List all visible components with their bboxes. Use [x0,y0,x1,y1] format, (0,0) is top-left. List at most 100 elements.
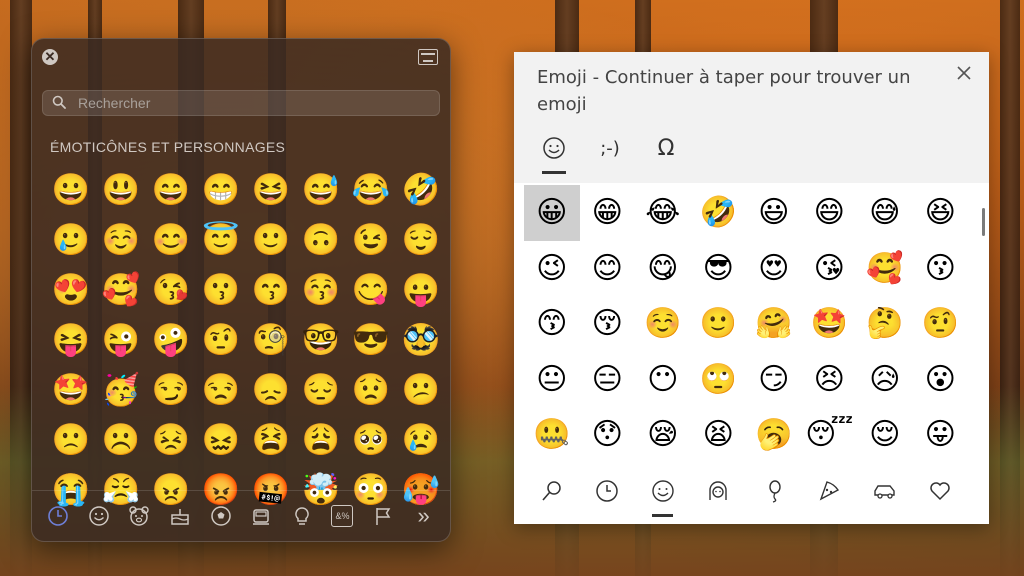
mac-emoji-cell[interactable]: 😟 [346,365,396,415]
win-emoji-cell[interactable]: ☺️ [635,296,691,352]
win-emoji-cell[interactable]: 😂 [635,185,691,241]
mac-emoji-cell[interactable]: 😅 [296,165,346,215]
category-flags[interactable] [365,500,401,532]
win-emoji-cell[interactable]: 🥰 [857,241,913,297]
win-emoji-cell[interactable]: 😚 [580,296,636,352]
win-emoji-cell[interactable]: 😑 [580,352,636,408]
win-emoji-cell[interactable]: 😋 [635,241,691,297]
win-emoji-cell[interactable]: 😐 [524,352,580,408]
win-emoji-cell[interactable]: 😥 [857,352,913,408]
win-emoji-cell[interactable]: 😎 [691,241,747,297]
win-emoji-cell[interactable]: 🙄 [691,352,747,408]
mac-emoji-cell[interactable]: 🧐 [246,315,296,365]
category-search[interactable] [524,471,579,511]
category-objects[interactable] [284,500,320,532]
win-emoji-cell[interactable]: 😫 [691,407,747,463]
mac-emoji-cell[interactable]: 😢 [396,415,446,465]
mac-emoji-cell[interactable]: 😂 [346,165,396,215]
win-emoji-cell[interactable]: 😊 [580,241,636,297]
scrollbar-thumb[interactable] [982,208,985,236]
mac-emoji-cell[interactable]: 🥰 [96,265,146,315]
tab-kaomoji[interactable]: ;-) [592,130,628,166]
win-emoji-cell[interactable]: 🤣 [691,185,747,241]
mac-emoji-cell[interactable]: 🤓 [296,315,346,365]
mac-emoji-cell[interactable]: 🤩 [46,365,96,415]
win-emoji-cell[interactable]: 😄 [802,185,858,241]
mac-emoji-cell[interactable]: 😏 [146,365,196,415]
win-emoji-cell[interactable]: 😍 [746,241,802,297]
mac-emoji-cell[interactable]: 😙 [246,265,296,315]
category-recent[interactable] [580,471,635,511]
win-emoji-cell[interactable]: 🙂 [691,296,747,352]
mac-emoji-cell[interactable]: 😌 [396,215,446,265]
category-animals[interactable] [121,500,157,532]
mac-emoji-cell[interactable]: 😗 [196,265,246,315]
mac-emoji-cell[interactable]: 😛 [396,265,446,315]
mac-emoji-cell[interactable]: 🤪 [146,315,196,365]
close-icon[interactable]: ✕ [42,49,58,65]
mac-emoji-cell[interactable]: 😎 [346,315,396,365]
win-emoji-cell[interactable]: 😪 [635,407,691,463]
mac-emoji-cell[interactable]: 😔 [296,365,346,415]
mac-emoji-cell[interactable]: 😃 [96,165,146,215]
mac-emoji-cell[interactable]: 🥲 [46,215,96,265]
mac-emoji-cell[interactable]: 😇 [196,215,246,265]
win-emoji-cell[interactable]: 😗 [913,241,969,297]
category-more[interactable]: » [406,500,442,532]
mac-emoji-cell[interactable]: 😉 [346,215,396,265]
category-activity[interactable] [203,500,239,532]
category-food[interactable] [802,471,857,511]
win-emoji-cell[interactable]: 🤔 [857,296,913,352]
category-symbols[interactable]: &% [324,500,360,532]
close-button[interactable] [953,62,975,84]
category-people[interactable] [691,471,746,511]
mac-emoji-cell[interactable]: 😁 [196,165,246,215]
mac-emoji-cell[interactable]: 😒 [196,365,246,415]
tab-emoji[interactable] [536,130,572,166]
win-emoji-cell[interactable]: 😏 [746,352,802,408]
mac-emoji-cell[interactable]: 😝 [46,315,96,365]
mac-emoji-cell[interactable]: 😆 [246,165,296,215]
mac-emoji-cell[interactable]: 😩 [296,415,346,465]
win-emoji-cell[interactable]: 😮 [913,352,969,408]
mac-emoji-cell[interactable]: 😖 [196,415,246,465]
mac-emoji-cell[interactable]: 😞 [246,365,296,415]
mac-emoji-cell[interactable]: 😋 [346,265,396,315]
mac-emoji-cell[interactable]: 🥸 [396,315,446,365]
tab-symbols[interactable]: Ω [648,130,684,166]
win-emoji-cell[interactable]: 😛 [913,407,969,463]
win-emoji-cell[interactable]: 😃 [746,185,802,241]
category-food[interactable] [162,500,198,532]
win-emoji-cell[interactable]: 😯 [580,407,636,463]
win-emoji-cell[interactable]: 🥱 [746,407,802,463]
win-emoji-cell[interactable]: 😉 [524,241,580,297]
win-emoji-cell[interactable]: 🤗 [746,296,802,352]
win-emoji-cell[interactable]: 😌 [857,407,913,463]
mac-emoji-cell[interactable]: 🙂 [246,215,296,265]
win-emoji-cell[interactable]: 😆 [913,185,969,241]
category-travel[interactable] [857,471,912,511]
mac-emoji-cell[interactable]: ☺️ [96,215,146,265]
search-input[interactable] [76,92,430,114]
keyboard-viewer-icon[interactable] [418,49,438,65]
mac-emoji-cell[interactable]: 😀 [46,165,96,215]
category-symbols[interactable] [913,471,968,511]
mac-emoji-cell[interactable]: 😘 [146,265,196,315]
mac-emoji-cell[interactable]: 🙃 [296,215,346,265]
mac-emoji-cell[interactable]: 😫 [246,415,296,465]
mac-emoji-cell[interactable]: 😣 [146,415,196,465]
win-emoji-cell[interactable]: 😴 [802,407,858,463]
mac-emoji-cell[interactable]: 😚 [296,265,346,315]
win-emoji-cell[interactable]: 😙 [524,296,580,352]
mac-emoji-cell[interactable]: ☹️ [96,415,146,465]
category-recent[interactable] [40,500,76,532]
win-emoji-cell[interactable]: 😀 [524,185,580,241]
mac-emoji-cell[interactable]: 🤨 [196,315,246,365]
win-emoji-cell[interactable]: 🤐 [524,407,580,463]
win-emoji-cell[interactable]: 😶 [635,352,691,408]
search-field[interactable] [42,90,440,116]
category-smileys[interactable] [81,500,117,532]
mac-emoji-cell[interactable]: 🙁 [46,415,96,465]
mac-emoji-cell[interactable]: 😜 [96,315,146,365]
mac-emoji-cell[interactable]: 😊 [146,215,196,265]
